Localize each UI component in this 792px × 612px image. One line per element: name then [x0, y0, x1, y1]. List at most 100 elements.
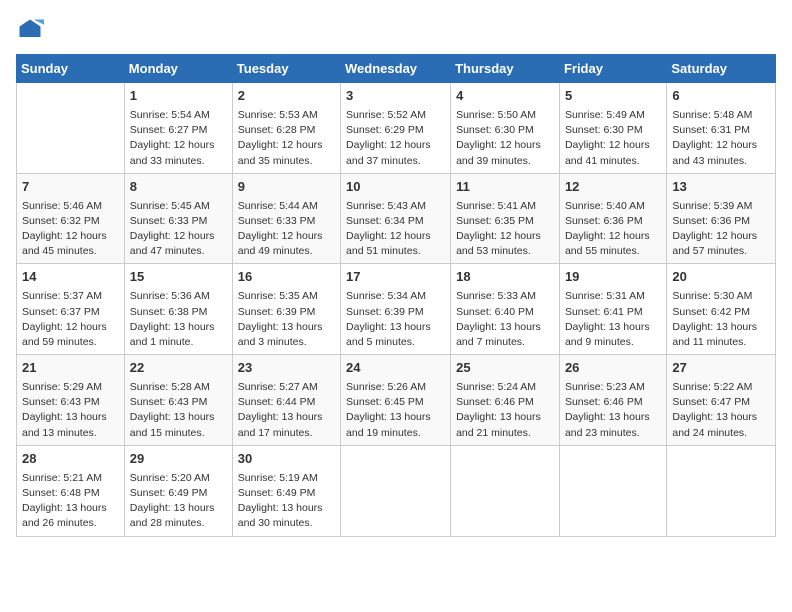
cell-content: Sunrise: 5:40 AM Sunset: 6:36 PM Dayligh… [565, 199, 661, 260]
day-number: 12 [565, 178, 661, 197]
cell-content: Sunrise: 5:54 AM Sunset: 6:27 PM Dayligh… [130, 108, 227, 169]
day-number: 29 [130, 450, 227, 469]
calendar-week-row: 1 Sunrise: 5:54 AM Sunset: 6:27 PM Daylig… [17, 83, 776, 174]
cell-content: Sunrise: 5:28 AM Sunset: 6:43 PM Dayligh… [130, 380, 227, 441]
cell-content: Sunrise: 5:31 AM Sunset: 6:41 PM Dayligh… [565, 289, 661, 350]
logo-icon [16, 16, 44, 44]
day-number: 24 [346, 359, 445, 378]
calendar-week-row: 7 Sunrise: 5:46 AM Sunset: 6:32 PM Daylig… [17, 173, 776, 264]
calendar-cell: 2Sunrise: 5:53 AM Sunset: 6:28 PM Daylig… [232, 83, 340, 174]
day-number: 17 [346, 268, 445, 287]
day-number: 20 [672, 268, 770, 287]
calendar-cell: 7 Sunrise: 5:46 AM Sunset: 6:32 PM Daylig… [17, 173, 125, 264]
cell-content: Sunrise: 5:27 AM Sunset: 6:44 PM Dayligh… [238, 380, 335, 441]
cell-content: Sunrise: 5:36 AM Sunset: 6:38 PM Dayligh… [130, 289, 227, 350]
cell-content: Sunrise: 5:45 AM Sunset: 6:33 PM Dayligh… [130, 199, 227, 260]
calendar-cell: 29 Sunrise: 5:20 AM Sunset: 6:49 PM Dayli… [124, 445, 232, 536]
calendar-cell: 23 Sunrise: 5:27 AM Sunset: 6:44 PM Dayli… [232, 355, 340, 446]
calendar-cell: 5Sunrise: 5:49 AM Sunset: 6:30 PM Daylig… [559, 83, 666, 174]
column-header-friday: Friday [559, 55, 666, 83]
cell-content: Sunrise: 5:46 AM Sunset: 6:32 PM Dayligh… [22, 199, 119, 260]
calendar-cell: 24 Sunrise: 5:26 AM Sunset: 6:45 PM Dayli… [341, 355, 451, 446]
cell-content: Sunrise: 5:39 AM Sunset: 6:36 PM Dayligh… [672, 199, 770, 260]
day-number: 21 [22, 359, 119, 378]
cell-content: Sunrise: 5:49 AM Sunset: 6:30 PM Dayligh… [565, 108, 661, 169]
day-number: 9 [238, 178, 335, 197]
cell-content: Sunrise: 5:33 AM Sunset: 6:40 PM Dayligh… [456, 289, 554, 350]
cell-content: Sunrise: 5:22 AM Sunset: 6:47 PM Dayligh… [672, 380, 770, 441]
cell-content: Sunrise: 5:52 AM Sunset: 6:29 PM Dayligh… [346, 108, 445, 169]
calendar-cell: 30 Sunrise: 5:19 AM Sunset: 6:49 PM Dayli… [232, 445, 340, 536]
cell-content: Sunrise: 5:50 AM Sunset: 6:30 PM Dayligh… [456, 108, 554, 169]
calendar-cell: 12 Sunrise: 5:40 AM Sunset: 6:36 PM Dayli… [559, 173, 666, 264]
calendar-cell: 10Sunrise: 5:43 AM Sunset: 6:34 PM Dayli… [341, 173, 451, 264]
day-number: 13 [672, 178, 770, 197]
cell-content: Sunrise: 5:29 AM Sunset: 6:43 PM Dayligh… [22, 380, 119, 441]
column-header-saturday: Saturday [667, 55, 776, 83]
column-header-thursday: Thursday [451, 55, 560, 83]
cell-content: Sunrise: 5:37 AM Sunset: 6:37 PM Dayligh… [22, 289, 119, 350]
day-number: 15 [130, 268, 227, 287]
calendar-cell: 11 Sunrise: 5:41 AM Sunset: 6:35 PM Dayli… [451, 173, 560, 264]
day-number: 18 [456, 268, 554, 287]
calendar-cell: 19 Sunrise: 5:31 AM Sunset: 6:41 PM Dayli… [559, 264, 666, 355]
day-number: 27 [672, 359, 770, 378]
calendar-cell: 6 Sunrise: 5:48 AM Sunset: 6:31 PM Daylig… [667, 83, 776, 174]
day-number: 14 [22, 268, 119, 287]
column-header-tuesday: Tuesday [232, 55, 340, 83]
day-number: 8 [130, 178, 227, 197]
calendar-cell: 28 Sunrise: 5:21 AM Sunset: 6:48 PM Dayli… [17, 445, 125, 536]
calendar-cell: 20 Sunrise: 5:30 AM Sunset: 6:42 PM Dayli… [667, 264, 776, 355]
calendar-cell: 15 Sunrise: 5:36 AM Sunset: 6:38 PM Dayli… [124, 264, 232, 355]
calendar-cell: 8 Sunrise: 5:45 AM Sunset: 6:33 PM Daylig… [124, 173, 232, 264]
calendar-cell: 9 Sunrise: 5:44 AM Sunset: 6:33 PM Daylig… [232, 173, 340, 264]
calendar-cell [667, 445, 776, 536]
cell-content: Sunrise: 5:41 AM Sunset: 6:35 PM Dayligh… [456, 199, 554, 260]
day-number: 25 [456, 359, 554, 378]
logo [16, 16, 48, 44]
cell-content: Sunrise: 5:35 AM Sunset: 6:39 PM Dayligh… [238, 289, 335, 350]
column-header-monday: Monday [124, 55, 232, 83]
day-number: 7 [22, 178, 119, 197]
calendar-cell [559, 445, 666, 536]
day-number: 19 [565, 268, 661, 287]
day-number: 1 [130, 87, 227, 106]
cell-content: Sunrise: 5:44 AM Sunset: 6:33 PM Dayligh… [238, 199, 335, 260]
calendar-cell: 22Sunrise: 5:28 AM Sunset: 6:43 PM Dayli… [124, 355, 232, 446]
calendar-cell: 16 Sunrise: 5:35 AM Sunset: 6:39 PM Dayli… [232, 264, 340, 355]
day-number: 23 [238, 359, 335, 378]
day-number: 3 [346, 87, 445, 106]
cell-content: Sunrise: 5:24 AM Sunset: 6:46 PM Dayligh… [456, 380, 554, 441]
calendar-cell: 4 Sunrise: 5:50 AM Sunset: 6:30 PM Daylig… [451, 83, 560, 174]
calendar-cell [341, 445, 451, 536]
calendar-cell: 14 Sunrise: 5:37 AM Sunset: 6:37 PM Dayli… [17, 264, 125, 355]
cell-content: Sunrise: 5:43 AM Sunset: 6:34 PM Dayligh… [346, 199, 445, 260]
calendar-week-row: 28 Sunrise: 5:21 AM Sunset: 6:48 PM Dayli… [17, 445, 776, 536]
day-number: 2 [238, 87, 335, 106]
cell-content: Sunrise: 5:21 AM Sunset: 6:48 PM Dayligh… [22, 471, 119, 532]
cell-content: Sunrise: 5:26 AM Sunset: 6:45 PM Dayligh… [346, 380, 445, 441]
cell-content: Sunrise: 5:23 AM Sunset: 6:46 PM Dayligh… [565, 380, 661, 441]
day-number: 4 [456, 87, 554, 106]
column-header-wednesday: Wednesday [341, 55, 451, 83]
day-number: 16 [238, 268, 335, 287]
column-header-sunday: Sunday [17, 55, 125, 83]
day-number: 26 [565, 359, 661, 378]
day-number: 6 [672, 87, 770, 106]
calendar-cell [17, 83, 125, 174]
cell-content: Sunrise: 5:34 AM Sunset: 6:39 PM Dayligh… [346, 289, 445, 350]
calendar-cell: 3 Sunrise: 5:52 AM Sunset: 6:29 PM Daylig… [341, 83, 451, 174]
cell-content: Sunrise: 5:30 AM Sunset: 6:42 PM Dayligh… [672, 289, 770, 350]
cell-content: Sunrise: 5:19 AM Sunset: 6:49 PM Dayligh… [238, 471, 335, 532]
calendar-cell: 1 Sunrise: 5:54 AM Sunset: 6:27 PM Daylig… [124, 83, 232, 174]
calendar-cell: 13 Sunrise: 5:39 AM Sunset: 6:36 PM Dayli… [667, 173, 776, 264]
calendar-cell: 26 Sunrise: 5:23 AM Sunset: 6:46 PM Dayli… [559, 355, 666, 446]
day-number: 28 [22, 450, 119, 469]
calendar-cell: 21 Sunrise: 5:29 AM Sunset: 6:43 PM Dayli… [17, 355, 125, 446]
calendar-week-row: 14 Sunrise: 5:37 AM Sunset: 6:37 PM Dayli… [17, 264, 776, 355]
day-number: 30 [238, 450, 335, 469]
cell-content: Sunrise: 5:48 AM Sunset: 6:31 PM Dayligh… [672, 108, 770, 169]
calendar-cell [451, 445, 560, 536]
cell-content: Sunrise: 5:20 AM Sunset: 6:49 PM Dayligh… [130, 471, 227, 532]
day-number: 11 [456, 178, 554, 197]
